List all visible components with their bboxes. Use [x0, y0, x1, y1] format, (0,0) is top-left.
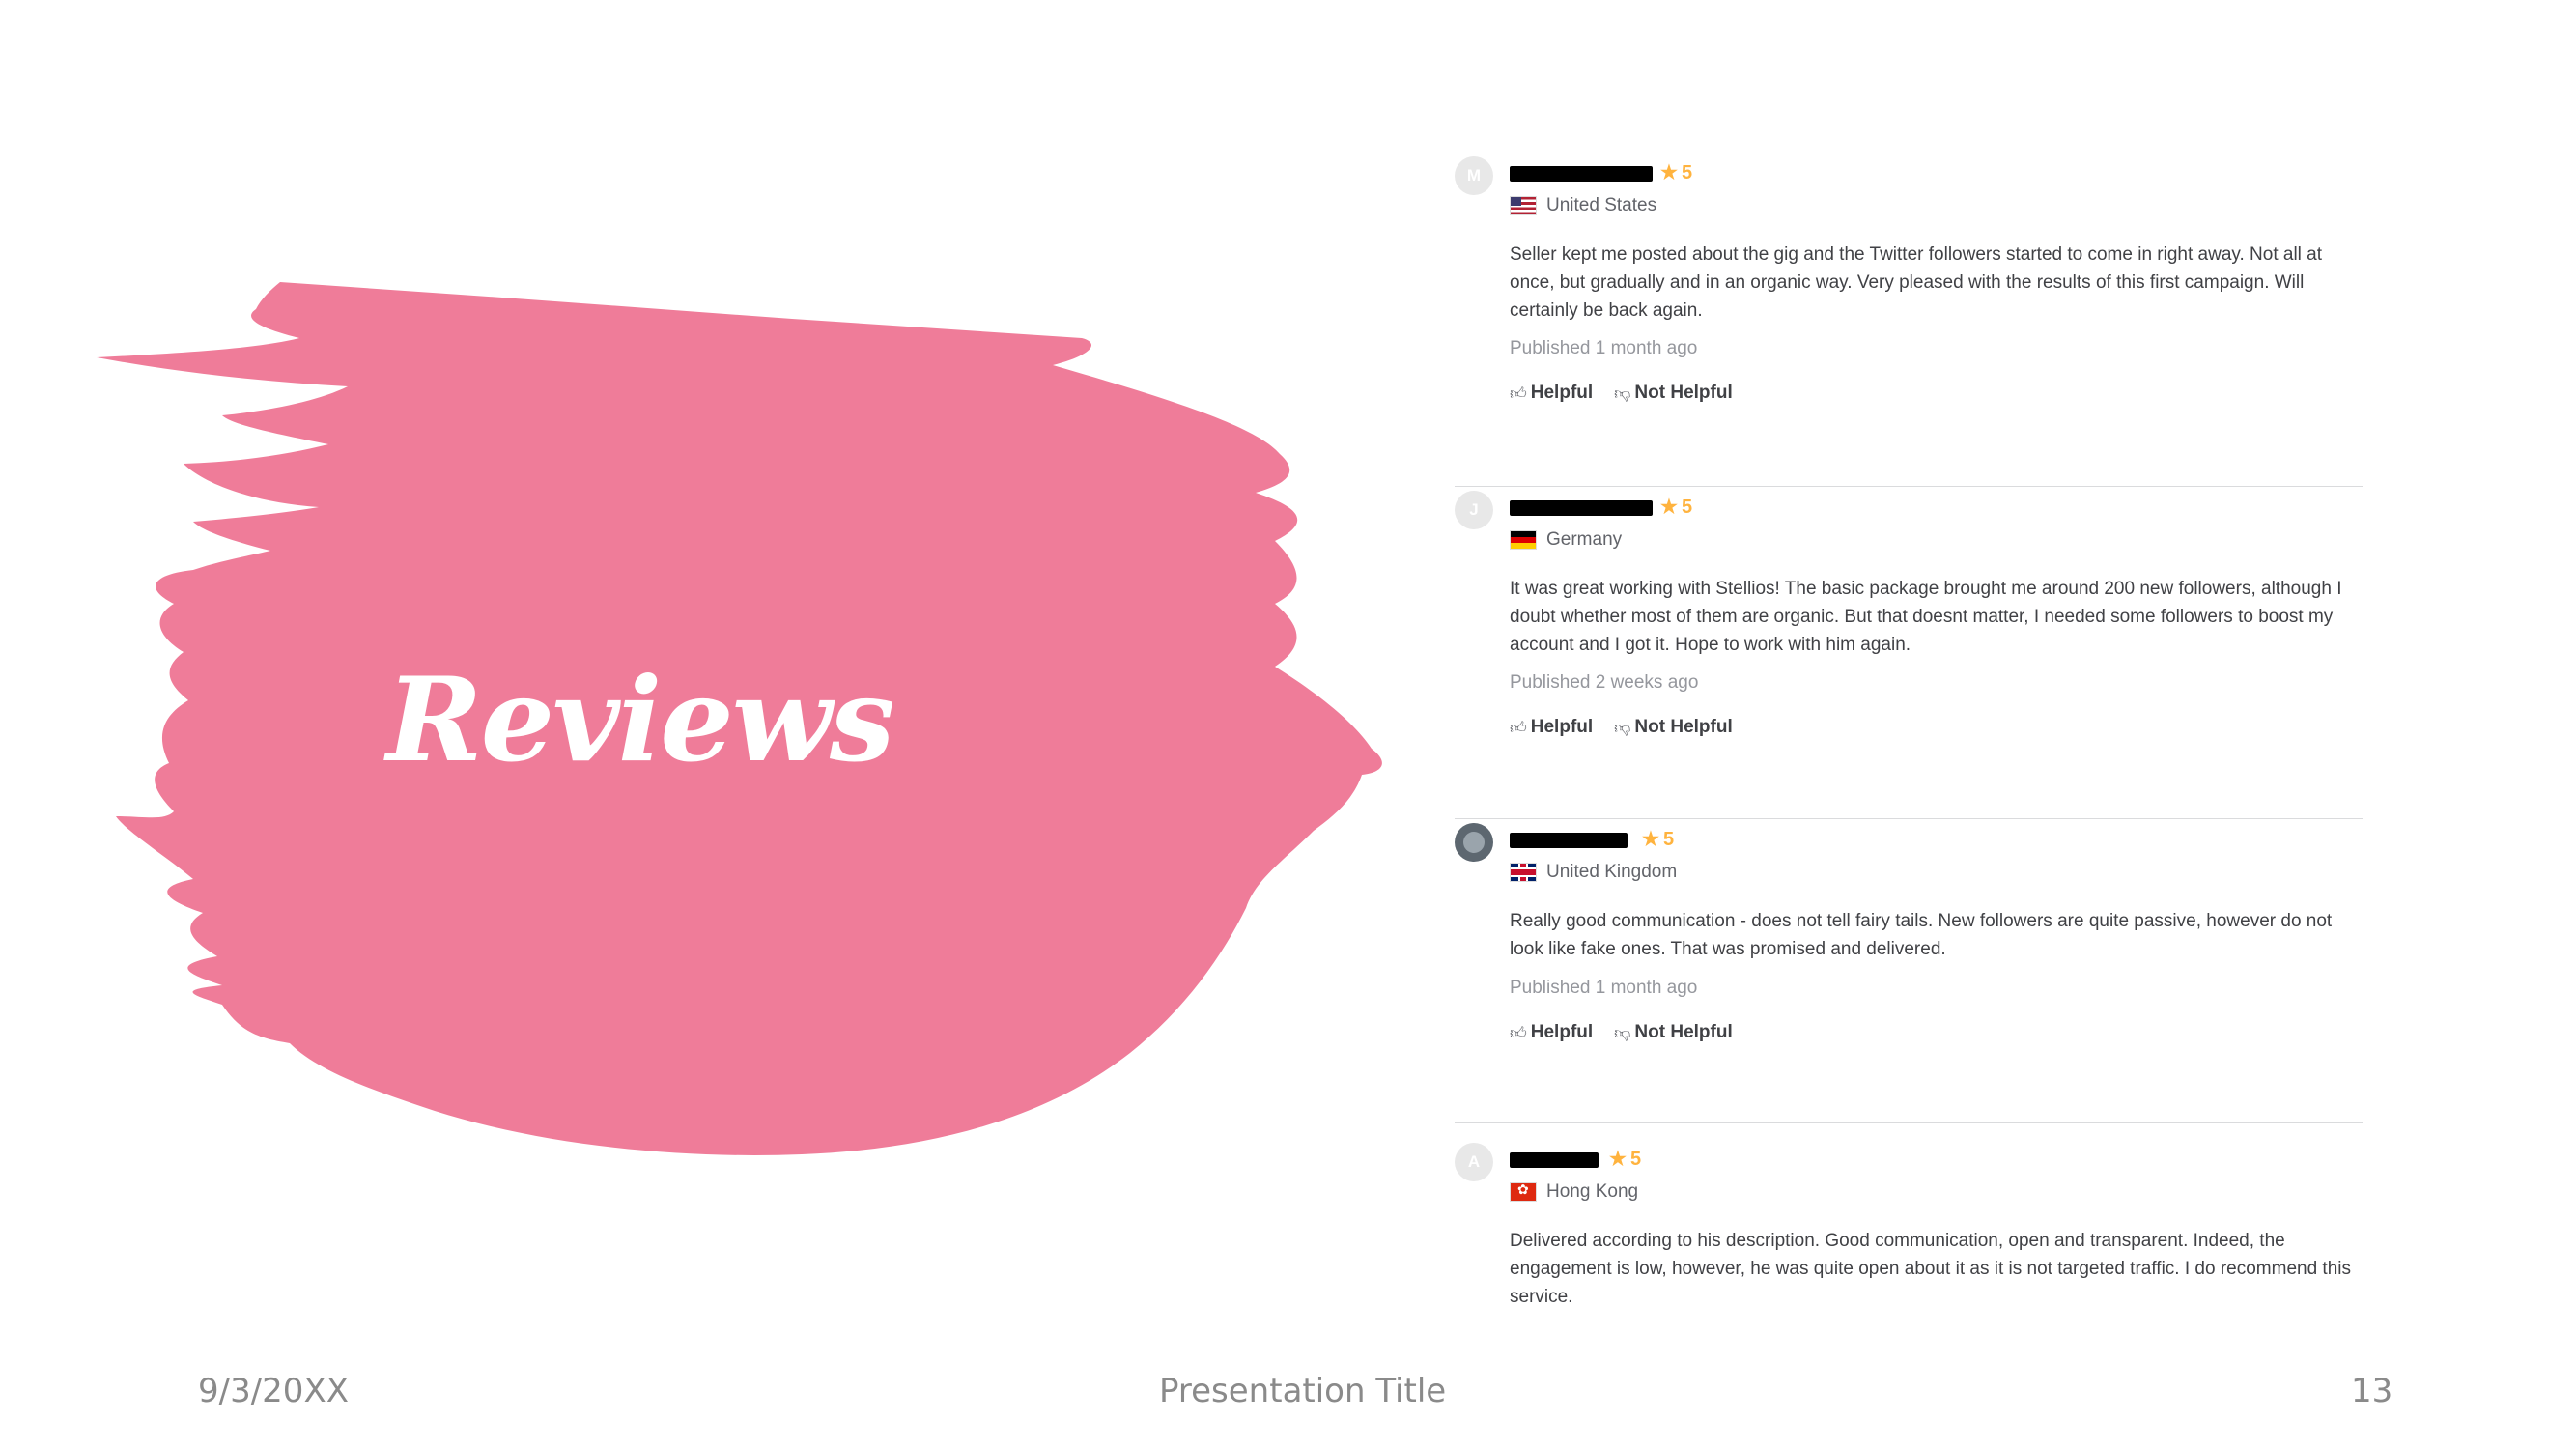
not-helpful-button[interactable]: 👎︎ Not Helpful: [1614, 717, 1733, 738]
review-text: Seller kept me posted about the gig and …: [1510, 244, 2323, 321]
avatar-letter: A: [1467, 1152, 1481, 1171]
rating-value: 5: [1681, 162, 1693, 184]
review-text: Really good communication - does not tel…: [1510, 911, 2333, 959]
thumbs-down-icon: 👎︎: [1614, 384, 1631, 404]
review-card: A ★5 Hong Kong Delivered according to hi…: [1455, 1123, 2363, 1309]
review-card: M ★ 5 United States Seller kept me posted…: [1455, 155, 2363, 487]
hong-kong-flag-icon: [1510, 1182, 1537, 1202]
star-icon: ★: [1660, 162, 1678, 184]
footer-date: 9/3/20XX: [198, 1372, 350, 1410]
review-actions: 👍︎ Helpful 👎︎ Not Helpful: [1510, 717, 1733, 738]
pink-brush-splash: [97, 282, 1382, 1155]
avatar: [1455, 823, 1493, 862]
review-text: Delivered according to his description. …: [1510, 1231, 2351, 1307]
thumbs-down-icon: 👎︎: [1614, 1023, 1631, 1043]
footer-presentation-title: Presentation Title: [1159, 1372, 1447, 1410]
avatar: M: [1455, 156, 1493, 195]
country-name: Germany: [1546, 529, 1623, 550]
star-rating: ★ 5: [1660, 495, 1692, 519]
review-card: ★ 5 United Kingdom Really good communicat…: [1455, 819, 2363, 1123]
published-date: Published 1 month ago: [1510, 338, 1698, 358]
reviewer-country: Germany: [1510, 529, 1622, 551]
star-icon: ★: [1660, 497, 1678, 518]
redacted-username: [1510, 1152, 1599, 1168]
uk-flag-icon: [1510, 863, 1537, 882]
thumbs-down-icon: 👎︎: [1614, 718, 1631, 738]
rating-value: 5: [1629, 1149, 1642, 1170]
avatar-photo: [1463, 832, 1485, 853]
helpful-button[interactable]: 👍︎ Helpful: [1510, 1022, 1593, 1043]
star-rating: ★ 5: [1609, 1147, 1641, 1171]
country-name: United Kingdom: [1546, 862, 1678, 882]
reviewer-country: United Kingdom: [1510, 862, 1677, 883]
redacted-username: [1510, 833, 1628, 848]
country-name: United States: [1546, 195, 1657, 215]
star-icon: ★: [1609, 1149, 1627, 1170]
country-name: Hong Kong: [1546, 1181, 1639, 1202]
slide-title: Reviews: [386, 652, 895, 788]
rating-value: 5: [1662, 829, 1675, 850]
reviews-list: M ★ 5 United States Seller kept me posted…: [1455, 155, 2363, 1309]
not-helpful-label: Not Helpful: [1634, 1022, 1733, 1042]
helpful-button[interactable]: 👍︎ Helpful: [1510, 383, 1593, 404]
star-rating: ★ 5: [1642, 827, 1674, 851]
helpful-button[interactable]: 👍︎ Helpful: [1510, 717, 1593, 738]
not-helpful-label: Not Helpful: [1634, 383, 1733, 403]
germany-flag-icon: [1510, 530, 1537, 550]
review-actions: 👍︎ Helpful 👎︎ Not Helpful: [1510, 1022, 1733, 1043]
redacted-username: [1510, 500, 1653, 516]
thumbs-up-icon: 👍︎: [1510, 718, 1527, 738]
published-date: Published 2 weeks ago: [1510, 672, 1699, 693]
review-actions: 👍︎ Helpful 👎︎ Not Helpful: [1510, 383, 1733, 404]
reviewer-country: Hong Kong: [1510, 1181, 1638, 1203]
footer-page-number: 13: [2351, 1372, 2393, 1410]
us-flag-icon: [1510, 196, 1537, 215]
star-rating: ★ 5: [1660, 160, 1692, 185]
not-helpful-button[interactable]: 👎︎ Not Helpful: [1614, 1022, 1733, 1043]
helpful-label: Helpful: [1530, 1022, 1594, 1042]
avatar-letter: J: [1469, 500, 1479, 519]
avatar-letter: M: [1466, 166, 1482, 185]
avatar: J: [1455, 491, 1493, 529]
review-card: J ★ 5 Germany It was great working with S…: [1455, 487, 2363, 819]
rating-value: 5: [1681, 497, 1693, 518]
helpful-label: Helpful: [1530, 717, 1594, 737]
not-helpful-label: Not Helpful: [1634, 717, 1733, 737]
redacted-username: [1510, 166, 1653, 182]
reviewer-country: United States: [1510, 195, 1656, 216]
slide: Reviews M ★ 5 United States Seller kept m…: [0, 0, 2576, 1449]
avatar: A: [1455, 1143, 1493, 1181]
thumbs-up-icon: 👍︎: [1510, 384, 1527, 404]
helpful-label: Helpful: [1530, 383, 1594, 403]
thumbs-up-icon: 👍︎: [1510, 1023, 1527, 1043]
review-text: It was great working with Stellios! The …: [1510, 579, 2342, 655]
not-helpful-button[interactable]: 👎︎ Not Helpful: [1614, 383, 1733, 404]
star-icon: ★: [1642, 829, 1659, 850]
published-date: Published 1 month ago: [1510, 978, 1698, 998]
